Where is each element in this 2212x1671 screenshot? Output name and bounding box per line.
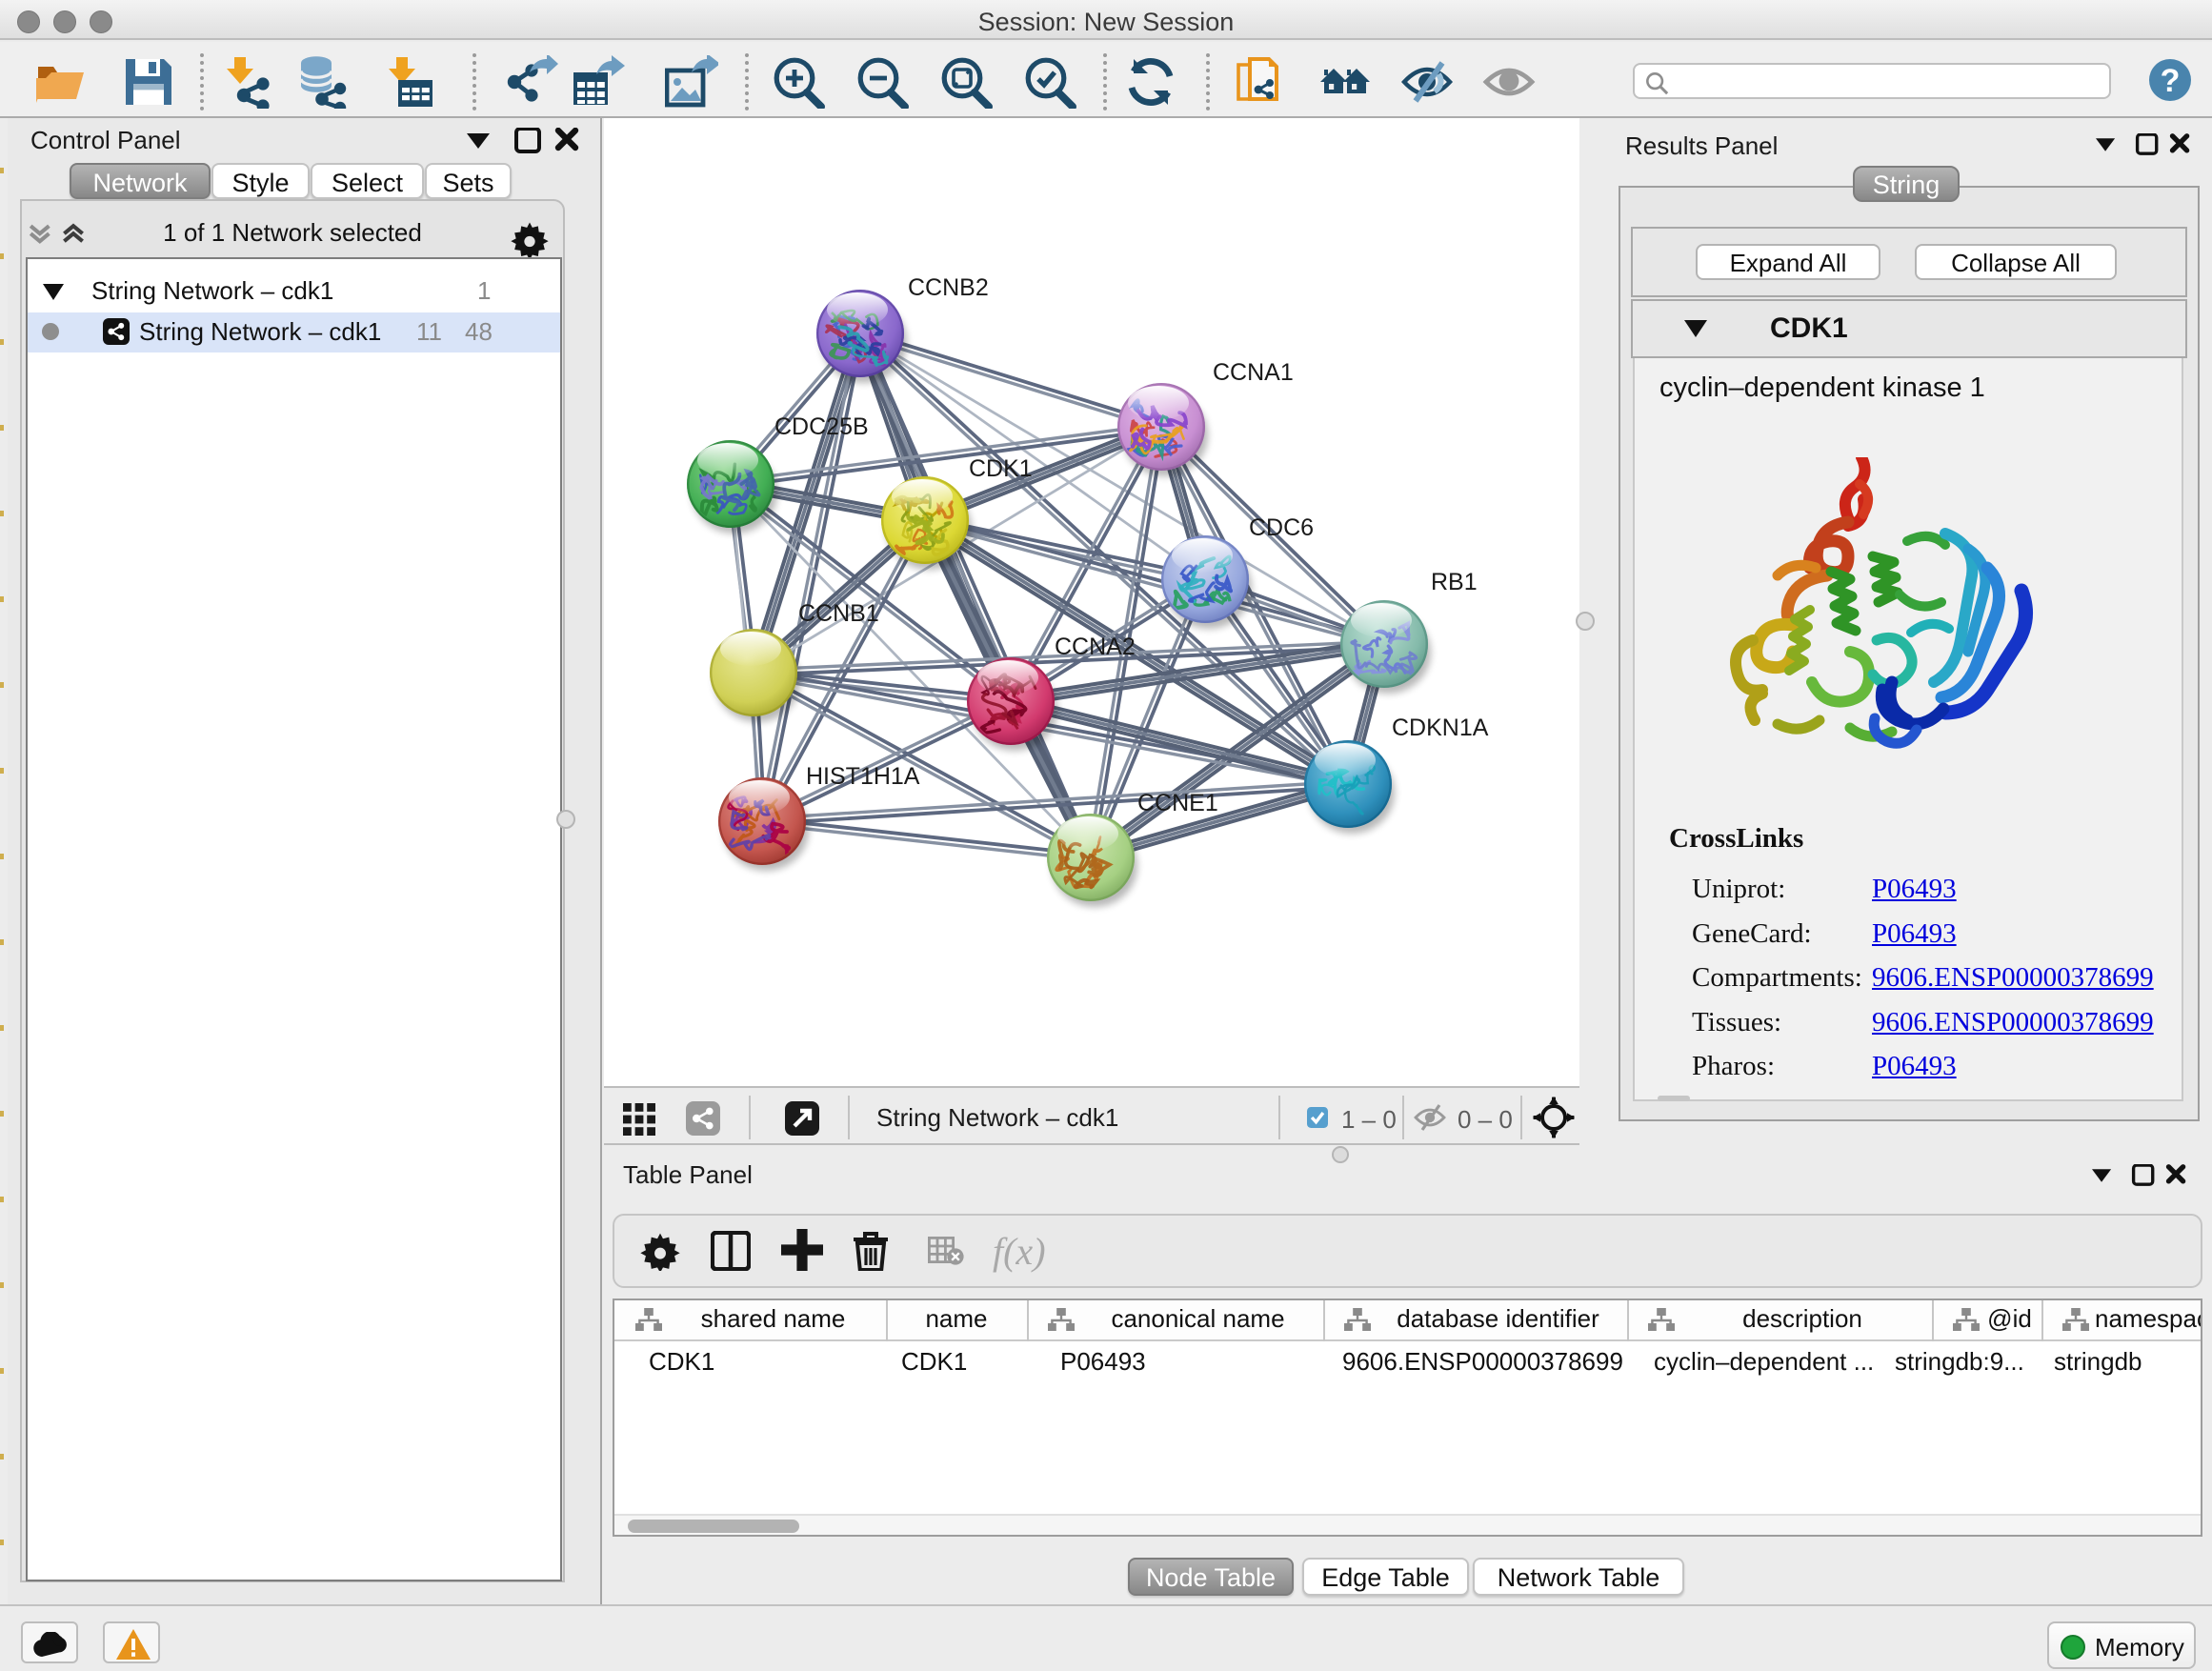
svg-text:CDKN1A: CDKN1A (1392, 715, 1489, 741)
svg-text:CDC25B: CDC25B (774, 413, 869, 440)
svg-text:CDC6: CDC6 (1249, 514, 1314, 541)
svg-text:CCNA2: CCNA2 (1055, 634, 1136, 660)
svg-text:CDK1: CDK1 (969, 455, 1033, 482)
svg-text:CCNA1: CCNA1 (1213, 359, 1294, 386)
svg-text:RB1: RB1 (1431, 569, 1478, 595)
svg-text:HIST1H1A: HIST1H1A (806, 763, 920, 790)
svg-text:CCNB1: CCNB1 (798, 600, 879, 627)
svg-text:?: ? (2161, 63, 2181, 99)
svg-text:CCNE1: CCNE1 (1137, 790, 1218, 816)
svg-text:CCNB2: CCNB2 (908, 274, 989, 301)
